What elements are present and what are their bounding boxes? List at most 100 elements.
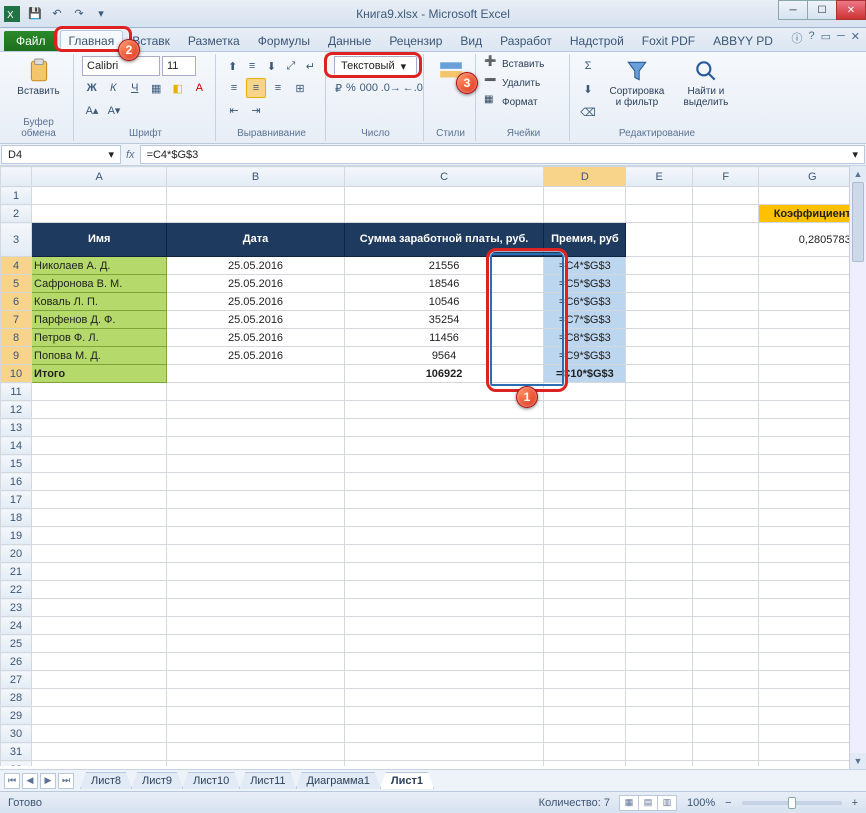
cell[interactable] xyxy=(32,635,167,653)
cell[interactable]: 25.05.2016 xyxy=(167,347,344,365)
cell[interactable] xyxy=(167,635,344,653)
cell[interactable] xyxy=(544,617,626,635)
row-header[interactable]: 27 xyxy=(1,671,32,689)
fill-color-button[interactable]: ◧ xyxy=(168,78,188,98)
cell[interactable] xyxy=(344,491,544,509)
autosum-button[interactable]: Σ xyxy=(578,56,598,76)
tab-home[interactable]: Главная xyxy=(60,30,124,51)
row-header[interactable]: 29 xyxy=(1,707,32,725)
cell[interactable] xyxy=(626,329,693,347)
cell[interactable] xyxy=(32,671,167,689)
tab-layout[interactable]: Разметка xyxy=(179,30,249,51)
zoom-thumb[interactable] xyxy=(788,797,796,809)
cell[interactable] xyxy=(692,401,759,419)
cell[interactable] xyxy=(167,671,344,689)
cell[interactable] xyxy=(692,599,759,617)
cell[interactable] xyxy=(626,725,693,743)
row-header[interactable]: 2 xyxy=(1,205,32,223)
cell[interactable] xyxy=(692,257,759,275)
shrink-font-button[interactable]: A▾ xyxy=(104,100,124,120)
tab-developer[interactable]: Разработ xyxy=(491,30,561,51)
cell[interactable] xyxy=(32,689,167,707)
cell[interactable] xyxy=(626,257,693,275)
sheet-tab[interactable]: Лист8 xyxy=(80,772,132,789)
font-name-select[interactable]: Calibri xyxy=(82,56,160,76)
cell[interactable] xyxy=(167,653,344,671)
cell[interactable] xyxy=(626,545,693,563)
cell[interactable] xyxy=(692,455,759,473)
cell[interactable] xyxy=(167,599,344,617)
cell[interactable] xyxy=(344,383,544,401)
cell[interactable] xyxy=(344,581,544,599)
row-header[interactable]: 28 xyxy=(1,689,32,707)
cell[interactable] xyxy=(626,293,693,311)
cell[interactable] xyxy=(692,671,759,689)
tab-data[interactable]: Данные xyxy=(319,30,380,51)
info-icon[interactable]: ⓘ xyxy=(791,30,802,46)
row-header[interactable]: 6 xyxy=(1,293,32,311)
cell[interactable] xyxy=(344,545,544,563)
cell[interactable] xyxy=(167,563,344,581)
cell[interactable] xyxy=(544,563,626,581)
cell[interactable] xyxy=(344,725,544,743)
name-box[interactable]: D4 ▾ xyxy=(1,145,121,164)
cell[interactable] xyxy=(692,205,759,223)
cell[interactable] xyxy=(167,527,344,545)
row-header[interactable]: 9 xyxy=(1,347,32,365)
cell[interactable] xyxy=(32,509,167,527)
sheet-tab[interactable]: Диаграмма1 xyxy=(296,772,381,789)
cell[interactable] xyxy=(167,761,344,767)
cell[interactable]: =C6*$G$3 xyxy=(544,293,626,311)
cell[interactable] xyxy=(32,725,167,743)
cell[interactable]: Премия, руб xyxy=(544,223,626,257)
col-header-B[interactable]: B xyxy=(167,167,344,187)
cell[interactable] xyxy=(692,509,759,527)
cell[interactable] xyxy=(692,635,759,653)
cell[interactable] xyxy=(167,509,344,527)
cell[interactable]: Сафронова В. М. xyxy=(32,275,167,293)
cell[interactable] xyxy=(626,437,693,455)
cell[interactable] xyxy=(692,437,759,455)
cell[interactable] xyxy=(544,205,626,223)
col-header-E[interactable]: E xyxy=(626,167,693,187)
cell[interactable] xyxy=(167,581,344,599)
cell[interactable]: 25.05.2016 xyxy=(167,329,344,347)
cell[interactable] xyxy=(544,419,626,437)
row-header[interactable]: 11 xyxy=(1,383,32,401)
row-header[interactable]: 16 xyxy=(1,473,32,491)
cell[interactable] xyxy=(32,617,167,635)
cell[interactable] xyxy=(344,205,544,223)
row-header[interactable]: 1 xyxy=(1,187,32,205)
cell[interactable] xyxy=(626,187,693,205)
cell[interactable] xyxy=(544,401,626,419)
cell[interactable] xyxy=(344,509,544,527)
formula-input[interactable]: =C4*$G$3 ▾ xyxy=(140,145,865,164)
cell[interactable] xyxy=(626,223,693,257)
page-layout-view-icon[interactable]: ▤ xyxy=(638,795,658,811)
sheet-tab[interactable]: Лист9 xyxy=(131,772,183,789)
cell[interactable] xyxy=(167,365,344,383)
cell[interactable] xyxy=(32,707,167,725)
select-all-corner[interactable] xyxy=(1,167,32,187)
tab-view[interactable]: Вид xyxy=(451,30,491,51)
cell[interactable] xyxy=(692,707,759,725)
cell[interactable] xyxy=(167,187,344,205)
sheet-tab[interactable]: Лист10 xyxy=(182,772,240,789)
cell[interactable] xyxy=(32,187,167,205)
cell[interactable] xyxy=(344,689,544,707)
row-header[interactable]: 25 xyxy=(1,635,32,653)
cell[interactable]: 25.05.2016 xyxy=(167,311,344,329)
cell[interactable] xyxy=(626,205,693,223)
zoom-level[interactable]: 100% xyxy=(687,797,715,809)
cell[interactable]: Петров Ф. Л. xyxy=(32,329,167,347)
cell[interactable] xyxy=(692,187,759,205)
row-header[interactable]: 15 xyxy=(1,455,32,473)
align-middle-button[interactable]: ≡ xyxy=(243,56,260,76)
find-select-button[interactable]: Найти и выделить xyxy=(676,56,736,110)
cell[interactable] xyxy=(626,581,693,599)
tab-review[interactable]: Рецензир xyxy=(380,30,451,51)
clear-button[interactable]: ⌫ xyxy=(578,102,598,122)
cell[interactable]: Имя xyxy=(32,223,167,257)
cell[interactable]: Сумма заработной платы, руб. xyxy=(344,223,544,257)
cell[interactable]: 25.05.2016 xyxy=(167,257,344,275)
